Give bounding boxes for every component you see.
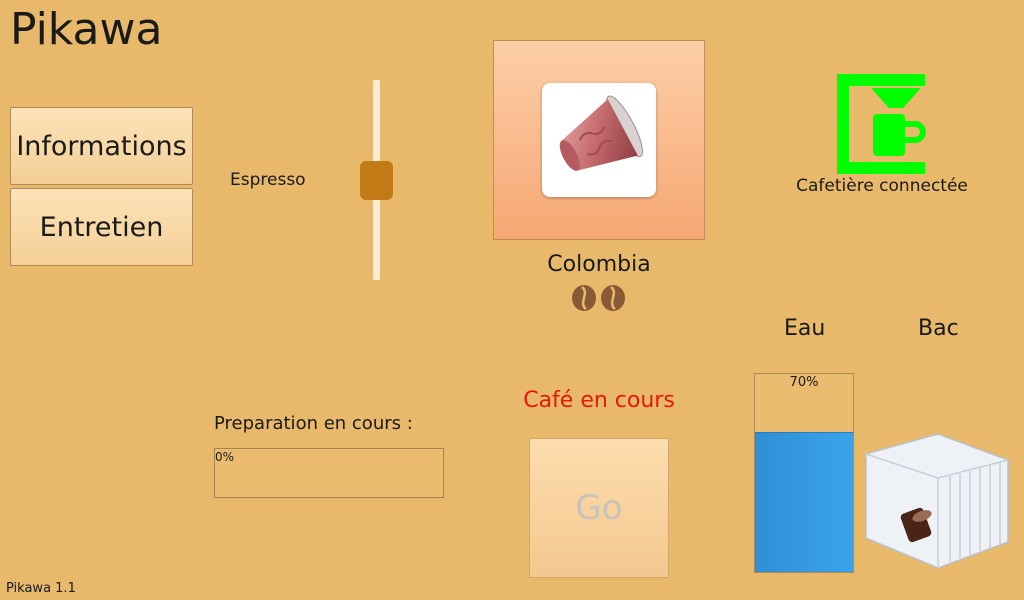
capsule-name: Colombia <box>547 252 651 277</box>
coffee-bean-icon <box>572 285 596 311</box>
preparation-progress-text: 0% <box>215 450 235 464</box>
capsule-icon <box>542 83 656 197</box>
drip-tray-icon <box>858 430 1018 570</box>
intensity-indicator <box>571 284 631 312</box>
preparation-progress-bar: 0% <box>214 448 444 498</box>
preparation-label: Preparation en cours : <box>214 413 413 434</box>
coffee-bean-icon <box>601 285 625 311</box>
water-level-fill <box>755 432 853 572</box>
brew-status: Café en cours <box>523 388 675 413</box>
go-button[interactable]: Go <box>529 438 669 578</box>
capsule-selector[interactable] <box>493 40 705 240</box>
tray-label: Bac <box>918 316 959 341</box>
beverage-label: Espresso <box>230 170 306 190</box>
version-label: Pikawa 1.1 <box>6 581 76 596</box>
water-level-gauge: 70% <box>754 373 854 573</box>
water-label: Eau <box>784 316 826 341</box>
water-level-text: 70% <box>789 375 819 390</box>
beverage-slider-handle[interactable] <box>360 161 393 200</box>
coffee-machine-icon <box>837 74 927 174</box>
connection-status: Cafetière connectée <box>796 176 968 196</box>
informations-button[interactable]: Informations <box>10 107 193 185</box>
entretien-button[interactable]: Entretien <box>10 188 193 266</box>
app-title: Pikawa <box>10 4 163 55</box>
